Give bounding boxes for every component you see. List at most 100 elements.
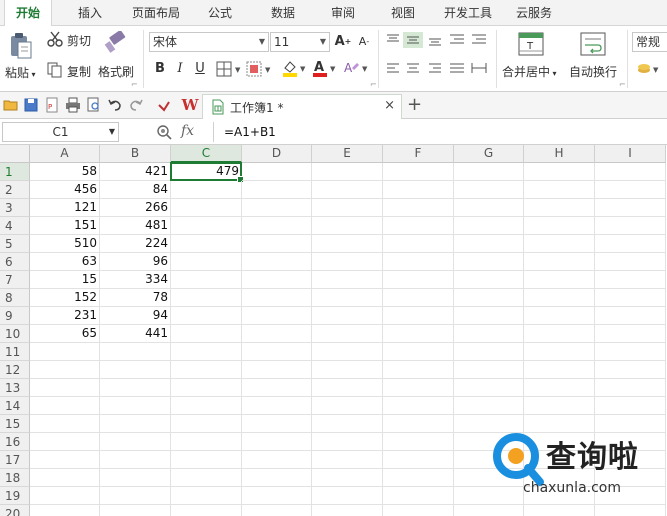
cell[interactable] <box>171 469 242 487</box>
cell[interactable]: 65 <box>30 325 100 343</box>
cell[interactable] <box>312 361 383 379</box>
cell[interactable] <box>171 289 242 307</box>
row-header[interactable]: 20 <box>0 505 30 516</box>
fill-color-icon[interactable]: ▼ <box>281 59 309 77</box>
cell[interactable] <box>30 397 100 415</box>
cell[interactable] <box>171 379 242 397</box>
row-header[interactable]: 10 <box>0 325 30 343</box>
row-header[interactable]: 7 <box>0 271 30 289</box>
cell[interactable] <box>524 397 595 415</box>
format-painter-button[interactable]: 格式刷 <box>98 63 134 80</box>
redo-icon[interactable] <box>128 97 144 113</box>
cell[interactable] <box>524 235 595 253</box>
cell[interactable] <box>524 307 595 325</box>
cell[interactable] <box>524 181 595 199</box>
row-header[interactable]: 16 <box>0 433 30 451</box>
cell[interactable] <box>454 199 524 217</box>
cell[interactable] <box>100 397 171 415</box>
cell[interactable] <box>595 217 666 235</box>
tab-data[interactable]: 数据 <box>262 0 304 26</box>
cell[interactable]: 58 <box>30 163 100 181</box>
cut-button[interactable]: 剪切 <box>67 32 91 49</box>
cell[interactable]: 63 <box>30 253 100 271</box>
column-header-f[interactable]: F <box>383 145 454 163</box>
cell[interactable] <box>383 199 454 217</box>
cell[interactable] <box>312 397 383 415</box>
cell[interactable]: 421 <box>100 163 171 181</box>
clipboard-launcher-icon[interactable]: ⌐ <box>131 80 138 89</box>
column-header-i[interactable]: I <box>595 145 666 163</box>
cell[interactable] <box>100 343 171 361</box>
cell[interactable] <box>383 181 454 199</box>
cell[interactable] <box>30 505 100 516</box>
column-header-b[interactable]: B <box>100 145 171 163</box>
cell[interactable] <box>242 163 312 181</box>
wrap-text-button[interactable]: 自动换行 <box>569 63 617 80</box>
cell[interactable] <box>171 271 242 289</box>
cell[interactable] <box>242 253 312 271</box>
cell[interactable]: 15 <box>30 271 100 289</box>
cell[interactable] <box>242 235 312 253</box>
cell[interactable]: 152 <box>30 289 100 307</box>
cell[interactable] <box>595 361 666 379</box>
cell[interactable] <box>30 487 100 505</box>
cell[interactable] <box>383 397 454 415</box>
row-header[interactable]: 14 <box>0 397 30 415</box>
borders-icon[interactable]: ▼ <box>216 61 244 77</box>
open-folder-icon[interactable] <box>3 97 19 113</box>
cell[interactable] <box>242 451 312 469</box>
cell[interactable] <box>454 361 524 379</box>
cell[interactable] <box>312 487 383 505</box>
cell[interactable] <box>242 307 312 325</box>
cell[interactable] <box>595 235 666 253</box>
cell[interactable] <box>595 307 666 325</box>
cell[interactable] <box>242 271 312 289</box>
number-format-select[interactable]: 常规 <box>632 32 667 52</box>
column-header-g[interactable]: G <box>454 145 524 163</box>
copy-icon[interactable] <box>47 62 63 78</box>
cell[interactable] <box>312 415 383 433</box>
cell[interactable] <box>454 235 524 253</box>
cell[interactable] <box>171 253 242 271</box>
cell[interactable] <box>30 361 100 379</box>
cell[interactable] <box>454 289 524 307</box>
cell[interactable] <box>171 361 242 379</box>
font-color-icon[interactable]: A ▼ <box>311 59 339 77</box>
cell[interactable] <box>383 505 454 516</box>
cell[interactable] <box>242 361 312 379</box>
cell[interactable] <box>524 325 595 343</box>
cell[interactable] <box>524 253 595 271</box>
row-header[interactable]: 1 <box>0 163 30 181</box>
cell[interactable] <box>100 451 171 469</box>
cell[interactable] <box>454 505 524 516</box>
cell[interactable]: 481 <box>100 217 171 235</box>
cell[interactable] <box>595 289 666 307</box>
cell[interactable] <box>171 487 242 505</box>
cell[interactable] <box>312 343 383 361</box>
tab-view[interactable]: 视图 <box>382 0 424 26</box>
column-header-c[interactable]: C <box>171 145 242 163</box>
alignment-launcher-icon[interactable]: ⌐ <box>619 80 626 89</box>
save-icon[interactable] <box>23 97 39 113</box>
cell[interactable] <box>100 361 171 379</box>
paste-button[interactable]: 粘贴 ▾ <box>5 64 36 81</box>
font-launcher-icon[interactable]: ⌐ <box>370 80 377 89</box>
italic-button[interactable]: I <box>170 59 190 79</box>
cell[interactable] <box>454 181 524 199</box>
cell[interactable] <box>595 325 666 343</box>
cell[interactable] <box>524 271 595 289</box>
formula-input[interactable]: =A1+B1 <box>213 122 667 142</box>
row-header[interactable]: 6 <box>0 253 30 271</box>
cell[interactable] <box>595 397 666 415</box>
cell[interactable] <box>383 325 454 343</box>
cell[interactable] <box>524 415 595 433</box>
cell[interactable] <box>30 469 100 487</box>
cell[interactable] <box>383 487 454 505</box>
cell[interactable] <box>171 505 242 516</box>
cell[interactable]: 94 <box>100 307 171 325</box>
cell[interactable] <box>595 415 666 433</box>
decrease-font-icon[interactable]: A- <box>354 32 374 52</box>
cell[interactable] <box>524 289 595 307</box>
cell[interactable] <box>595 379 666 397</box>
cell[interactable] <box>312 433 383 451</box>
